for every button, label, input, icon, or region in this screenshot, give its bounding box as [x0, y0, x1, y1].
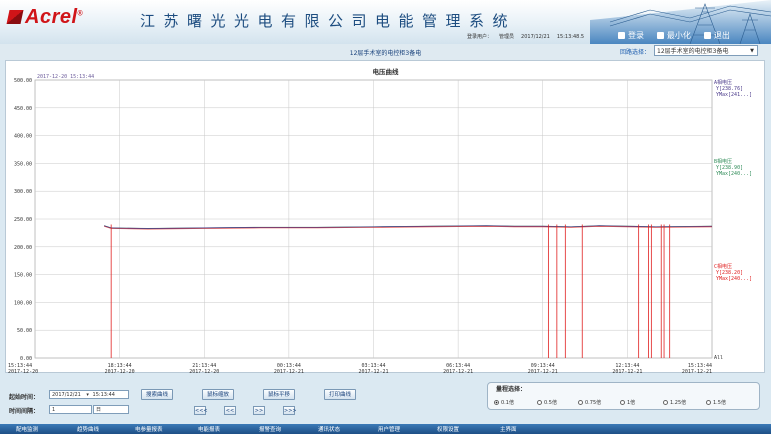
bottom-nav: 配电监测 趋势曲线 电参量报表 电能报表 报警查询 通讯状态 用户管理 权限设置… — [0, 424, 771, 434]
y-tick-label: 50.00 — [17, 328, 32, 334]
voltage-chart[interactable]: 500.00 450.00 400.00 350.00 300.00 250.00 200.… — [0, 0, 771, 434]
start-time-value: 15:13:44 — [92, 392, 115, 398]
interval-label: 时间间隔： — [9, 408, 40, 415]
y-tick-label: 0.00 — [20, 356, 32, 362]
start-time-input[interactable]: 2017/12/21 ▾ 15:13:44 — [49, 390, 129, 399]
radio-dot-icon — [620, 400, 625, 405]
range-option-label: 0.1倍 — [501, 400, 514, 406]
y-tick-label: 400.00 — [14, 134, 32, 140]
y-tick-label: 150.00 — [14, 273, 32, 279]
nav-main-screen[interactable]: 主界面 — [500, 425, 517, 433]
chart-timestamp: 2017-12-20 15:13:44 — [37, 74, 94, 80]
nav-energy-report[interactable]: 电能报表 — [198, 425, 220, 433]
nav-prev-fast-button[interactable]: <<< — [194, 406, 208, 415]
x-tick-date: 2017-12-20 — [189, 369, 219, 375]
legend-series-max: YMax[241...] — [716, 92, 752, 98]
legend-series-max: YMax[240...] — [716, 171, 752, 177]
range-option-3[interactable]: 1倍 — [620, 399, 635, 406]
range-option-5[interactable]: 1.5倍 — [706, 399, 726, 406]
radio-dot-icon — [706, 400, 711, 405]
interval-unit-value: 日 — [96, 407, 102, 413]
legend-series-max: YMax[240...] — [716, 276, 752, 282]
chevron-down-icon: ▾ — [86, 392, 89, 398]
range-option-4[interactable]: 1.25倍 — [663, 399, 686, 406]
start-date-value: 2017/12/21 — [52, 392, 81, 398]
x-tick-date: 2017-12-20 — [105, 369, 135, 375]
interval-input[interactable]: 1 — [49, 405, 92, 414]
y-tick-label: 500.00 — [14, 78, 32, 84]
nav-prev-button[interactable]: << — [224, 406, 236, 415]
start-time-label: 起始时间： — [9, 394, 40, 401]
nav-distribution-monitor[interactable]: 配电监测 — [16, 425, 38, 433]
x-tick-date: 2017-12-20 — [8, 369, 38, 375]
range-option-label: 1.25倍 — [670, 400, 687, 406]
x-tick-date: 2017-12-21 — [682, 369, 712, 375]
y-tick-label: 100.00 — [14, 300, 32, 306]
legend-series-name: B相电压 — [714, 158, 732, 165]
interval-unit-select[interactable]: 日 — [93, 405, 129, 414]
radio-dot-icon — [494, 400, 499, 405]
y-tick-label: 200.00 — [14, 245, 32, 251]
radio-dot-icon — [537, 400, 542, 405]
range-option-0[interactable]: 0.1倍 — [494, 399, 514, 406]
range-option-label: 1.5倍 — [713, 400, 726, 406]
nav-next-fast-button[interactable]: >>> — [283, 406, 297, 415]
legend-all: All — [714, 355, 723, 361]
range-option-label: 1倍 — [627, 400, 636, 406]
mouse-zoom-button[interactable]: 鼠标缩放 — [202, 389, 234, 400]
radio-dot-icon — [578, 400, 583, 405]
range-select-label: 量程选择： — [496, 386, 527, 393]
y-tick-label: 350.00 — [14, 161, 32, 167]
nav-alarm-query[interactable]: 报警查询 — [259, 425, 281, 433]
range-option-label: 0.75倍 — [585, 400, 602, 406]
y-tick-label: 450.00 — [14, 106, 32, 112]
range-option-label: 0.5倍 — [544, 400, 557, 406]
nav-comm-status[interactable]: 通讯状态 — [318, 425, 340, 433]
y-tick-label: 250.00 — [14, 217, 32, 223]
nav-trend-curve[interactable]: 趋势曲线 — [77, 425, 99, 433]
nav-next-button[interactable]: >> — [253, 406, 265, 415]
x-tick-date: 2017-12-21 — [443, 369, 473, 375]
legend-series-name: C相电压 — [714, 263, 732, 270]
nav-permission-settings[interactable]: 权限设置 — [437, 425, 459, 433]
range-option-1[interactable]: 0.5倍 — [537, 399, 557, 406]
x-tick-date: 2017-12-21 — [612, 369, 642, 375]
range-option-2[interactable]: 0.75倍 — [578, 399, 601, 406]
search-curve-button[interactable]: 搜索曲线 — [141, 389, 173, 400]
x-tick-date: 2017-12-21 — [528, 369, 558, 375]
y-tick-label: 300.00 — [14, 189, 32, 195]
radio-dot-icon — [663, 400, 668, 405]
x-tick-date: 2017-12-21 — [358, 369, 388, 375]
mouse-pan-button[interactable]: 鼠标平移 — [263, 389, 295, 400]
print-curve-button[interactable]: 打印曲线 — [324, 389, 356, 400]
nav-user-management[interactable]: 用户管理 — [378, 425, 400, 433]
x-tick-date: 2017-12-21 — [274, 369, 304, 375]
nav-parameter-report[interactable]: 电参量报表 — [135, 425, 163, 433]
legend-series-name: A相电压 — [714, 79, 732, 86]
